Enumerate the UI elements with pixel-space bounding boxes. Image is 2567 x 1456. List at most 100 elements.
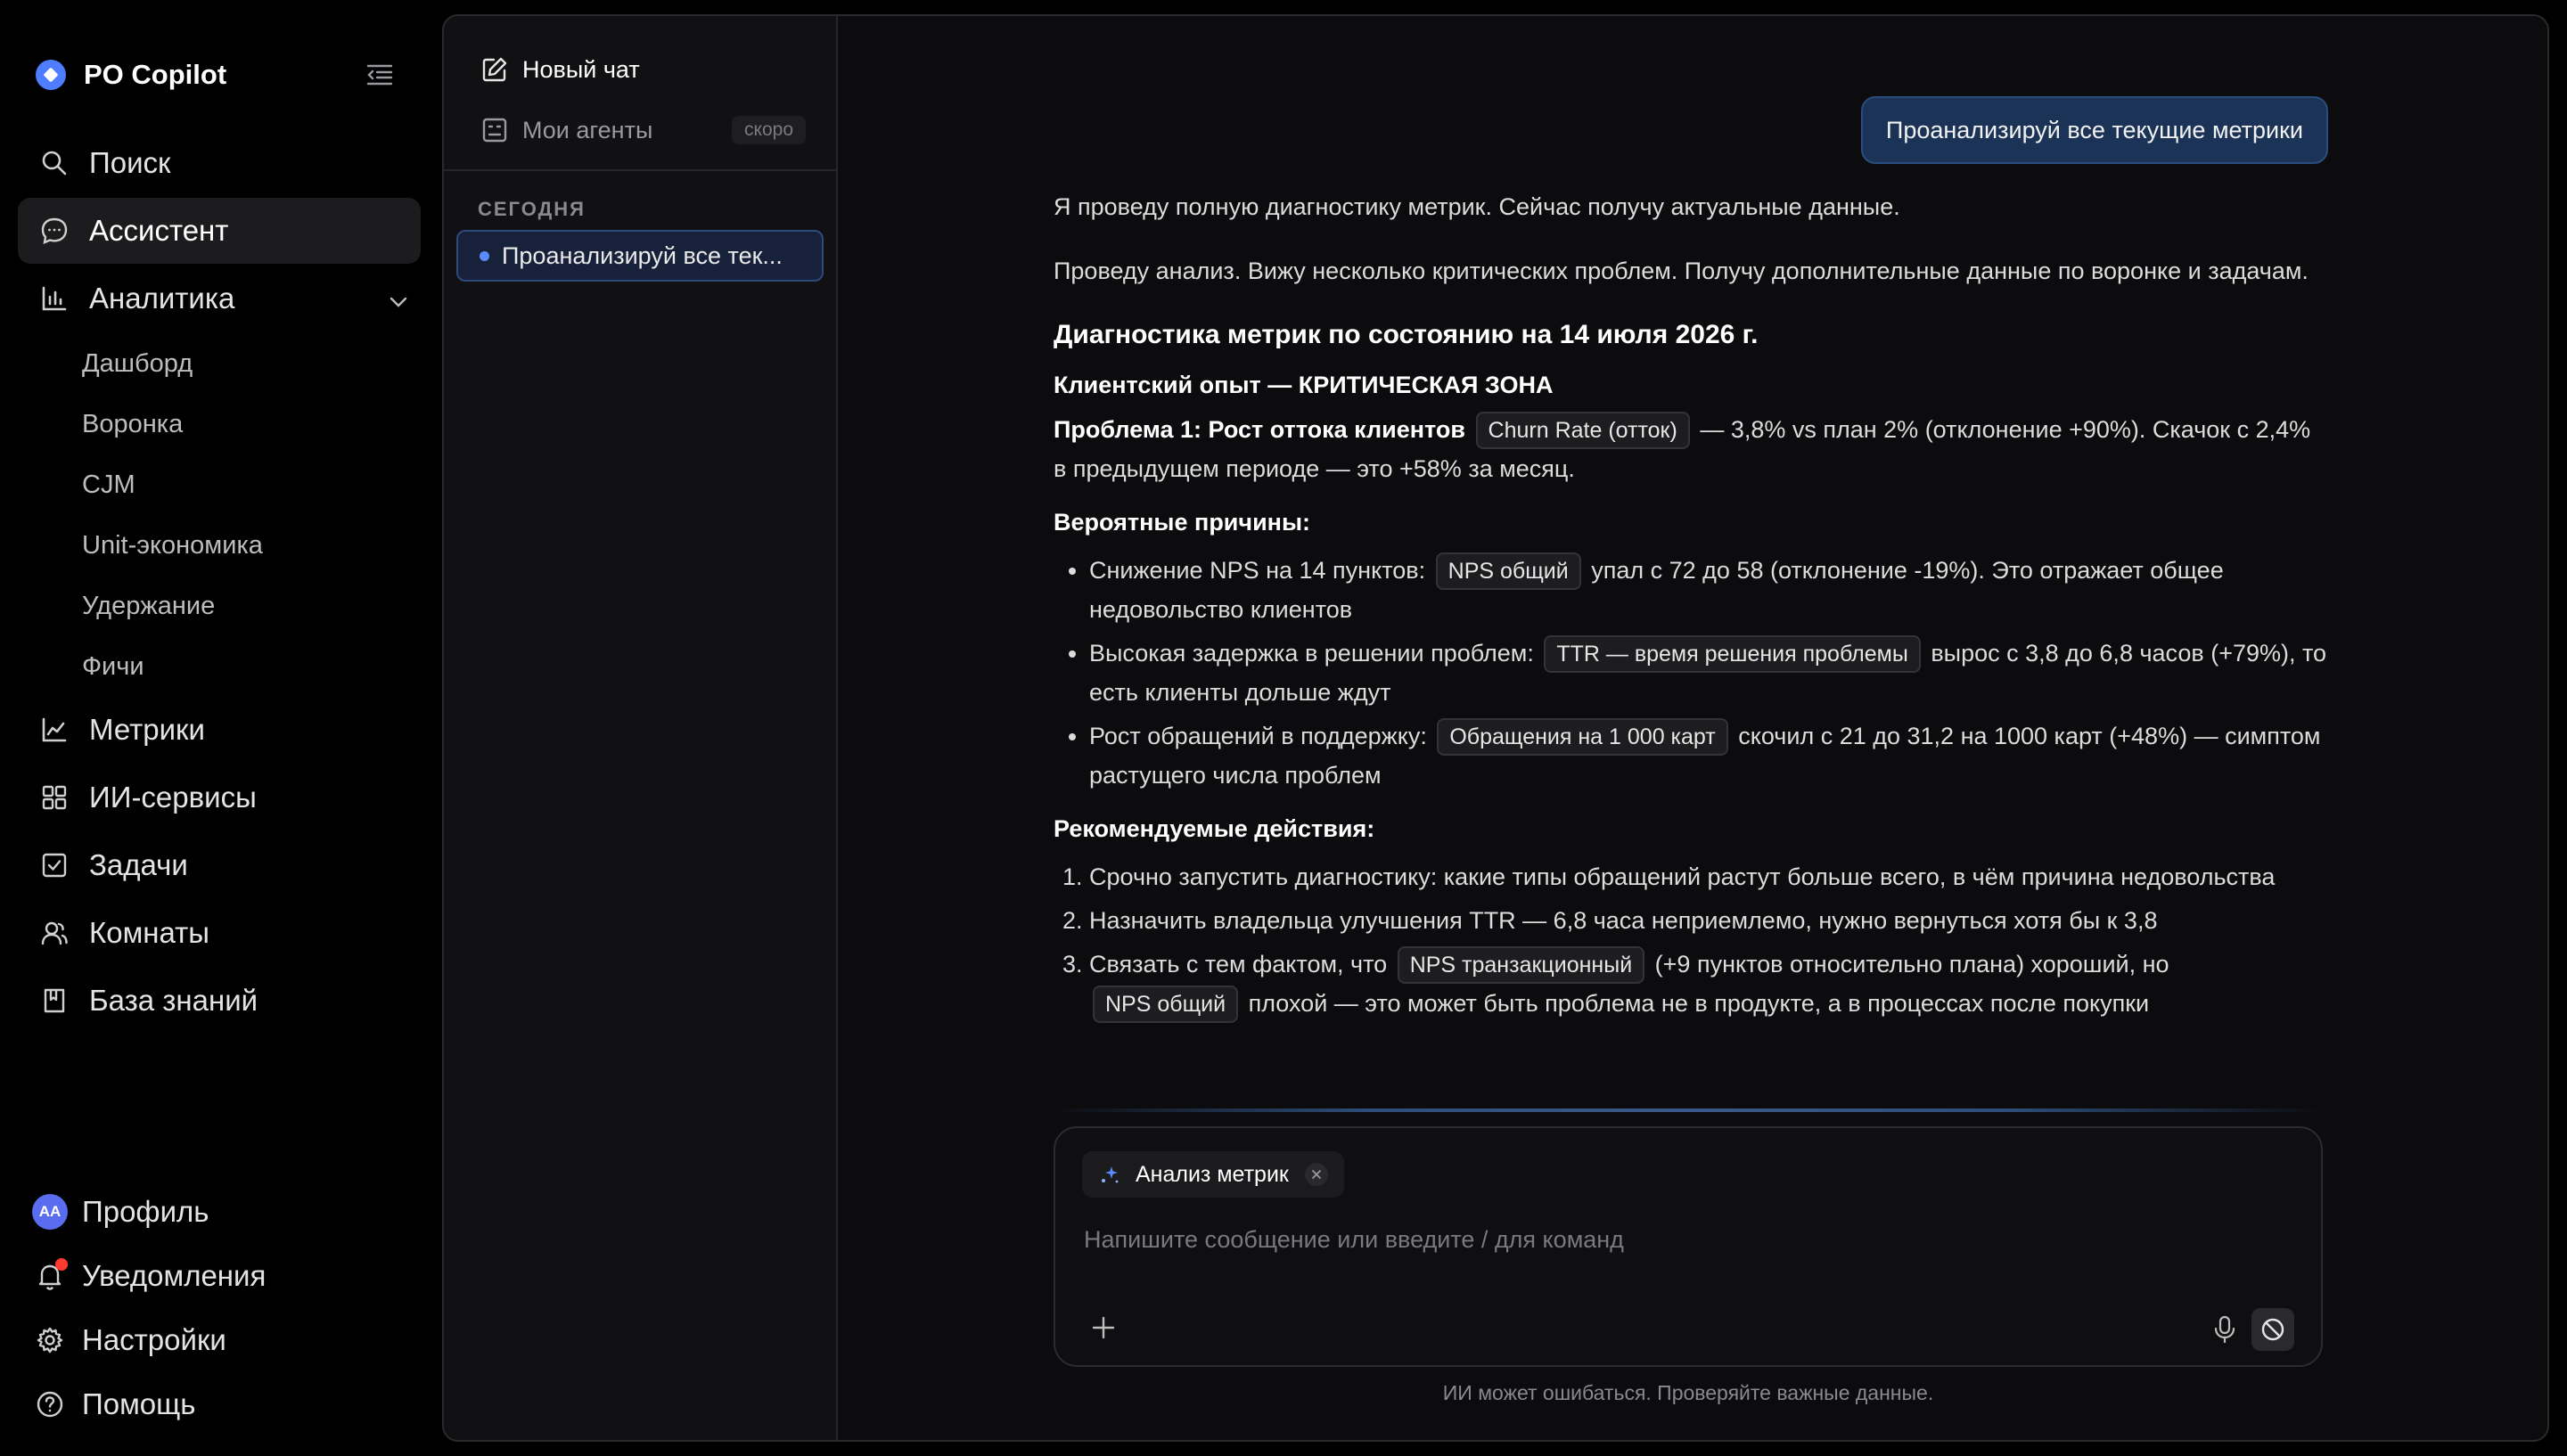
sidebar-item-unit-economics[interactable]: Unit-экономика xyxy=(18,515,421,576)
soon-badge: скоро xyxy=(732,116,806,144)
chat-list-item[interactable]: Проанализируй все тек... xyxy=(456,230,824,282)
main-nav: Поиск Ассистент Аналитика Дашборд Воронк… xyxy=(18,130,421,1035)
my-agents-button[interactable]: Мои агенты скоро xyxy=(480,107,818,153)
actions-heading: Рекомендуемые действия: xyxy=(1054,815,1375,842)
grid-icon xyxy=(39,782,70,813)
user-message: Проанализируй все текущие метрики xyxy=(1860,96,2328,164)
nav-item-search[interactable]: Поиск xyxy=(18,130,421,196)
list-item: Высокая задержка в решении проблем: TTR … xyxy=(1089,634,2328,712)
cause-text: Рост обращений в поддержку: xyxy=(1089,723,1427,749)
collapse-sidebar-icon xyxy=(366,64,393,86)
stop-icon xyxy=(2261,1318,2284,1341)
list-item: Рост обращений в поддержку: Обращения на… xyxy=(1089,716,2328,795)
settings-label: Настройки xyxy=(82,1323,226,1356)
actions-list: Срочно запустить диагностику: какие типы… xyxy=(1054,857,2328,1023)
microphone-icon xyxy=(2214,1315,2235,1344)
chat-bubble-icon xyxy=(39,216,70,246)
nav-item-label: Метрики xyxy=(89,713,205,746)
notification-badge xyxy=(55,1258,68,1271)
context-chip[interactable]: Анализ метрик xyxy=(1082,1151,1344,1198)
chat-list-panel: Новый чат Мои агенты скоро СЕГОДНЯ Проан… xyxy=(444,16,838,1440)
bell-icon xyxy=(32,1258,68,1294)
app-root: PO Copilot Поиск Ассистент Аналитика Даш… xyxy=(0,0,2567,1456)
chat-section-label: СЕГОДНЯ xyxy=(478,198,586,220)
causes-list: Снижение NPS на 14 пунктов: NPS общий уп… xyxy=(1054,551,2328,795)
nav-item-rooms[interactable]: Комнаты xyxy=(18,900,421,966)
sidebar-item-funnel[interactable]: Воронка xyxy=(18,394,421,454)
causes-heading: Вероятные причины: xyxy=(1054,509,1311,536)
metric-tag: TTR — время решения проблемы xyxy=(1544,635,1921,673)
metric-tag: Churn Rate (отток) xyxy=(1475,412,1690,449)
sidebar-bottom: AA Профиль Уведомления Настройки Помощь xyxy=(18,1180,421,1436)
app-title: PO Copilot xyxy=(84,59,227,90)
assistant-paragraph: Я проведу полную диагностику метрик. Сей… xyxy=(1054,193,1900,220)
nav-item-label: Поиск xyxy=(89,146,171,179)
action-text: Связать с тем фактом, что xyxy=(1089,951,1388,977)
nav-item-knowledge-base[interactable]: База знаний xyxy=(18,968,421,1034)
help-icon xyxy=(32,1386,68,1422)
nav-item-label: Аналитика xyxy=(89,282,235,315)
nav-item-analytics[interactable]: Аналитика xyxy=(18,266,421,331)
bar-chart-icon xyxy=(39,283,70,314)
notifications-button[interactable]: Уведомления xyxy=(18,1244,421,1308)
close-icon[interactable] xyxy=(1304,1163,1328,1186)
search-icon xyxy=(39,148,70,178)
gear-icon xyxy=(32,1322,68,1358)
logo-icon xyxy=(36,60,66,90)
profile-label: Профиль xyxy=(82,1195,209,1228)
metric-tag: NPS транзакционный xyxy=(1397,946,1645,984)
report-heading: Диагностика метрик по состоянию на 14 ию… xyxy=(1054,320,1759,349)
list-item: Назначить владельца улучшения TTR — 6,8 … xyxy=(1089,901,2328,940)
plus-icon xyxy=(1092,1316,1115,1339)
collapse-sidebar-button[interactable] xyxy=(360,55,399,94)
edit-icon xyxy=(480,54,510,85)
metric-tag: Обращения на 1 000 карт xyxy=(1437,718,1728,756)
nav-item-label: ИИ-сервисы xyxy=(89,781,257,814)
stop-generation-button[interactable] xyxy=(2251,1308,2294,1351)
nav-item-label: База знаний xyxy=(89,984,258,1017)
line-chart-icon xyxy=(39,715,70,745)
composer-glow-divider xyxy=(1054,1108,2323,1112)
users-icon xyxy=(39,918,70,948)
nav-item-label: Задачи xyxy=(89,848,188,881)
new-chat-button[interactable]: Новый чат xyxy=(480,46,818,93)
sparkle-icon xyxy=(1098,1163,1121,1186)
nav-item-label: Комнаты xyxy=(89,916,209,949)
list-item: Снижение NPS на 14 пунктов: NPS общий уп… xyxy=(1089,551,2328,629)
message-composer: Анализ метрик xyxy=(1054,1126,2323,1367)
sidebar-item-cjm[interactable]: CJM xyxy=(18,454,421,515)
sidebar: PO Copilot Поиск Ассистент Аналитика Даш… xyxy=(0,0,442,1456)
main-panel: Новый чат Мои агенты скоро СЕГОДНЯ Проан… xyxy=(442,14,2549,1442)
nav-item-assistant[interactable]: Ассистент xyxy=(18,198,421,264)
metric-tag: NPS общий xyxy=(1093,986,1239,1023)
context-chip-label: Анализ метрик xyxy=(1136,1161,1289,1187)
list-item: Срочно запустить диагностику: какие типы… xyxy=(1089,857,2328,896)
help-label: Помощь xyxy=(82,1387,196,1420)
nav-item-ai-services[interactable]: ИИ-сервисы xyxy=(18,765,421,830)
avatar: AA xyxy=(32,1194,68,1230)
checkbox-icon xyxy=(39,850,70,880)
sidebar-item-dashboard[interactable]: Дашборд xyxy=(18,333,421,394)
profile-button[interactable]: AA Профиль xyxy=(18,1180,421,1244)
sidebar-item-features[interactable]: Фичи xyxy=(18,636,421,697)
chat-title: Проанализируй все тек... xyxy=(502,241,783,269)
message-input[interactable] xyxy=(1084,1217,2296,1262)
problem-paragraph: Проблема 1: Рост оттока клиентов Churn R… xyxy=(1054,410,2328,488)
brand: PO Copilot xyxy=(36,52,406,98)
zone-heading: Клиентский опыт — КРИТИЧЕСКАЯ ЗОНА xyxy=(1054,372,1554,398)
cause-text: Высокая задержка в решении проблем: xyxy=(1089,640,1534,667)
problem-title: Проблема 1: Рост оттока клиентов xyxy=(1054,416,1466,443)
nav-item-tasks[interactable]: Задачи xyxy=(18,832,421,898)
sidebar-item-retention[interactable]: Удержание xyxy=(18,576,421,636)
nav-item-metrics[interactable]: Метрики xyxy=(18,697,421,763)
assistant-paragraph: Проведу анализ. Вижу несколько критическ… xyxy=(1054,258,2309,284)
chevron-down-icon[interactable] xyxy=(389,282,408,315)
new-chat-label: Новый чат xyxy=(522,55,640,83)
cause-text: Снижение NPS на 14 пунктов: xyxy=(1089,557,1426,584)
action-text: (+9 пунктов относительно плана) хороший,… xyxy=(1654,951,2169,977)
help-button[interactable]: Помощь xyxy=(18,1372,421,1436)
conversation: Проанализируй все текущие метрики Я пров… xyxy=(838,16,2547,1440)
voice-input-button[interactable] xyxy=(2207,1312,2243,1347)
settings-button[interactable]: Настройки xyxy=(18,1308,421,1372)
attach-button[interactable] xyxy=(1086,1310,1121,1346)
